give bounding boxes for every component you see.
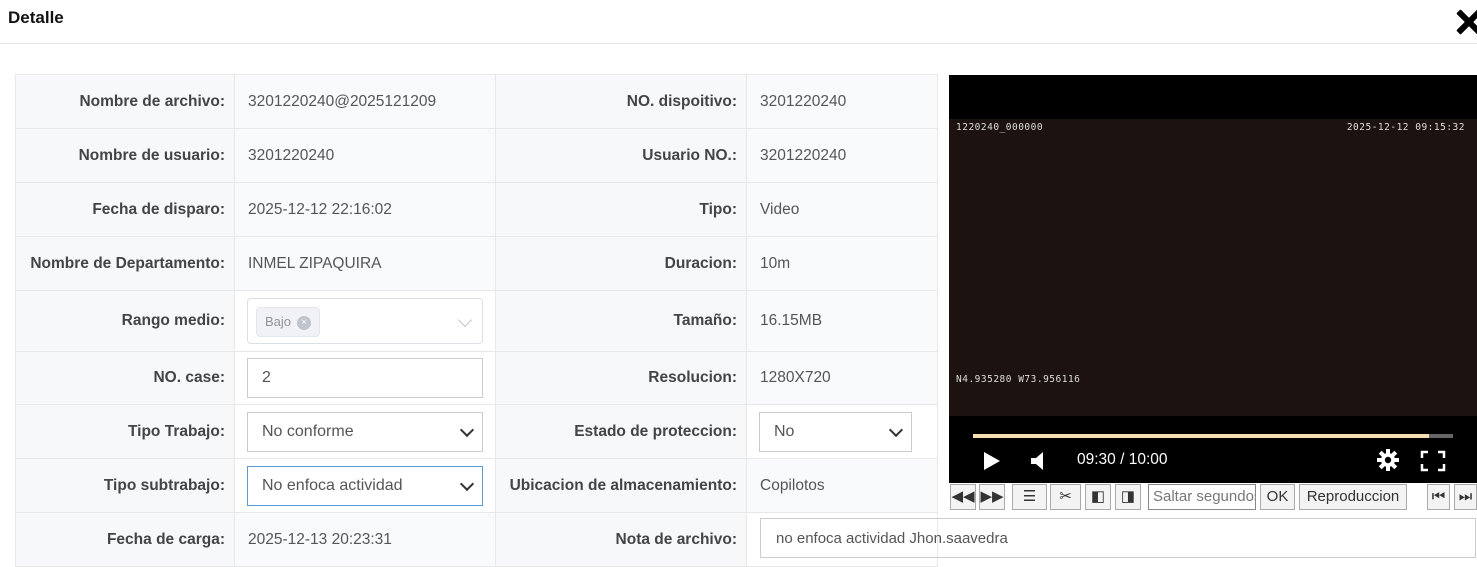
prev-frame-icon[interactable]: ◧: [1085, 484, 1111, 510]
label-type: Tipo:: [495, 182, 747, 237]
case-no-input[interactable]: 2: [247, 358, 483, 398]
label-device-no: NO. dispoitivo:: [495, 74, 747, 129]
table-row: NO. case: 2 Resolucion: 1280X720: [15, 351, 938, 405]
range-tag-label: Bajo: [265, 314, 292, 329]
note-input[interactable]: no enfoca actividad Jhon.saavedra: [760, 518, 1476, 558]
value-department: INMEL ZIPAQUIRA: [234, 236, 496, 291]
label-work-type: Tipo Trabajo:: [15, 404, 235, 459]
label-department: Nombre de Departamento:: [15, 236, 235, 291]
value-filename: 3201220240@2025121209: [234, 74, 496, 129]
label-protection: Estado de proteccion:: [495, 404, 747, 459]
play-icon[interactable]: [982, 450, 1002, 472]
list-icon[interactable]: ☰: [1012, 484, 1047, 510]
skip-end-icon[interactable]: ⏭: [1454, 484, 1477, 510]
value-duration: 10m: [746, 236, 938, 291]
progress-fill: [973, 434, 1429, 438]
volume-icon[interactable]: [1029, 450, 1049, 472]
label-resolution: Resolucion:: [495, 351, 747, 405]
value-protection-cell: No: [746, 404, 938, 459]
tag-remove-icon[interactable]: ×: [297, 315, 312, 330]
chevron-down-icon: [459, 422, 475, 437]
dialog-header: Detalle: [0, 0, 1477, 44]
value-size: 16.15MB: [746, 290, 938, 352]
settings-icon[interactable]: [1376, 448, 1400, 472]
seek-seconds-input[interactable]: Saltar segundos: [1148, 484, 1256, 510]
work-type-select[interactable]: No conforme: [247, 411, 483, 452]
value-username: 3201220240: [234, 128, 496, 183]
playback-button[interactable]: Reproduccion: [1299, 484, 1407, 510]
label-range: Rango medio:: [15, 290, 235, 352]
subwork-type-value: No enfoca actividad: [262, 476, 403, 494]
value-user-no: 3201220240: [746, 128, 938, 183]
video-player[interactable]: 1220240_000000 2025-12-12 09:15:32 N4.93…: [949, 75, 1477, 483]
player-toolbar: ◀◀ ▶▶ ☰ ✂ ◧ ◨ Saltar segundos OK Reprodu…: [949, 483, 1477, 513]
label-filename: Nombre de archivo:: [15, 74, 235, 129]
label-subwork-type: Tipo subtrabajo:: [15, 458, 235, 513]
label-user-no: Usuario NO.:: [495, 128, 747, 183]
video-frame[interactable]: 1220240_000000 2025-12-12 09:15:32 N4.93…: [949, 119, 1477, 416]
chevron-down-icon: [457, 312, 473, 328]
label-trigger-date: Fecha de disparo:: [15, 182, 235, 237]
protection-value: No: [774, 422, 795, 440]
table-row: Fecha de disparo: 2025-12-12 22:16:02 Ti…: [15, 182, 938, 237]
protection-select[interactable]: No: [759, 411, 912, 452]
rewind-icon[interactable]: ◀◀: [950, 484, 976, 510]
ok-button[interactable]: OK: [1260, 484, 1295, 510]
label-username: Nombre de usuario:: [15, 128, 235, 183]
table-row: Nombre de Departamento: INMEL ZIPAQUIRA …: [15, 236, 938, 291]
osd-timestamp: 2025-12-12 09:15:32: [1346, 122, 1465, 133]
label-size: Tamaño:: [495, 290, 747, 352]
skip-start-icon[interactable]: ⏮: [1427, 484, 1450, 510]
value-case-cell: 2: [234, 351, 496, 405]
value-storage: Copilotos: [746, 458, 938, 513]
value-resolution: 1280X720: [746, 351, 938, 405]
table-row: Nombre de archivo: 3201220240@2025121209…: [15, 74, 938, 129]
value-type: Video: [746, 182, 938, 237]
subwork-type-select[interactable]: No enfoca actividad: [247, 465, 483, 506]
osd-device-id: 1220240_000000: [956, 122, 1044, 133]
dialog-title: Detalle: [8, 8, 64, 27]
value-range-cell: Bajo ×: [234, 290, 496, 352]
osd-gps: N4.935280 W73.956116: [956, 374, 1081, 385]
value-device-no: 3201220240: [746, 74, 938, 129]
fullscreen-icon[interactable]: [1420, 450, 1446, 472]
chevron-down-icon: [459, 476, 475, 491]
label-note: Nota de archivo:: [495, 512, 747, 567]
range-tag: Bajo ×: [256, 307, 321, 337]
next-frame-icon[interactable]: ◨: [1115, 484, 1141, 510]
work-type-value: No conforme: [262, 422, 354, 440]
close-icon[interactable]: [1452, 4, 1477, 38]
label-upload-date: Fecha de carga:: [15, 512, 235, 567]
progress-bar[interactable]: [973, 434, 1453, 438]
table-row: Rango medio: Bajo × Tamaño: 16.15MB: [15, 290, 938, 352]
scissors-icon[interactable]: ✂: [1050, 484, 1081, 510]
table-row: Tipo subtrabajo: No enfoca actividad Ubi…: [15, 458, 938, 513]
table-row: Nombre de usuario: 3201220240 Usuario NO…: [15, 128, 938, 183]
chevron-down-icon: [888, 422, 904, 437]
time-display: 09:30 / 10:00: [1077, 451, 1168, 468]
value-trigger-date: 2025-12-12 22:16:02: [234, 182, 496, 237]
value-upload-date: 2025-12-13 20:23:31: [234, 512, 496, 567]
label-duration: Duracion:: [495, 236, 747, 291]
fast-forward-icon[interactable]: ▶▶: [979, 484, 1005, 510]
range-select[interactable]: Bajo ×: [247, 298, 483, 344]
label-storage: Ubicacion de almacenamiento:: [495, 458, 747, 513]
label-case-no: NO. case:: [15, 351, 235, 405]
detail-table: Nombre de archivo: 3201220240@2025121209…: [15, 74, 938, 567]
table-row: Tipo Trabajo: No conforme Estado de prot…: [15, 404, 938, 459]
value-work-type-cell: No conforme: [234, 404, 496, 459]
value-subwork-type-cell: No enfoca actividad: [234, 458, 496, 513]
